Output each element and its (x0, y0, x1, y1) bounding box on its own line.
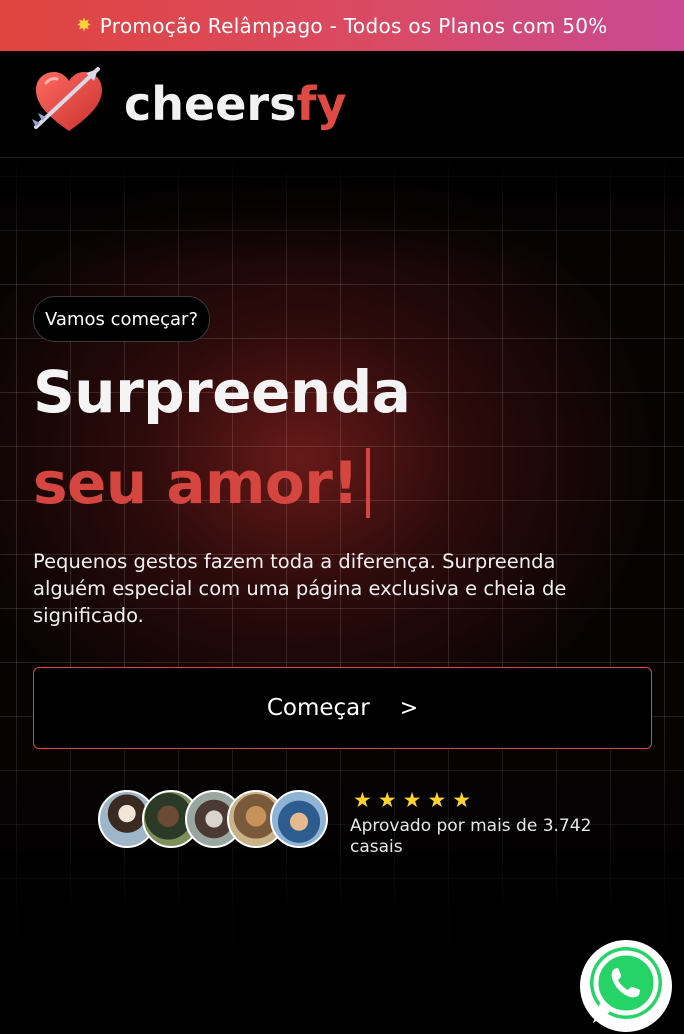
whatsapp-icon (583, 941, 669, 1031)
logo[interactable]: cheersfy (32, 65, 346, 143)
avatar-group (98, 790, 338, 852)
hero-description: Pequenos gestos fazem toda a diferença. … (33, 550, 567, 627)
chevron-right-icon: > (399, 695, 419, 721)
rating-block: ★★★★★ Aprovado por mais de 3.742 casais (350, 788, 610, 858)
star-rating: ★★★★★ (353, 788, 478, 812)
promo-banner[interactable]: ✸ Promoção Relâmpago - Todos os Planos c… (0, 0, 684, 51)
social-proof: ★★★★★ Aprovado por mais de 3.742 casais (98, 788, 618, 858)
typing-cursor (366, 448, 371, 518)
avatar (270, 790, 328, 848)
hero-section: Vamos começar? Surpreenda seu amor! Pequ… (0, 158, 684, 964)
intro-pill: Vamos começar? (33, 296, 210, 342)
sparkle-icon: ✸ (76, 15, 92, 36)
logo-text-part2: fy (296, 77, 347, 131)
hero-fade-top (0, 158, 684, 268)
headline-primary: Surpreenda (33, 358, 411, 426)
approved-text: Aprovado por mais de 3.742 casais (350, 816, 592, 857)
start-button[interactable]: Começar > (33, 667, 652, 749)
logo-wordmark: cheersfy (124, 81, 346, 127)
start-button-label: Começar (266, 695, 370, 721)
headline-accent: seu amor! (33, 448, 371, 518)
headline-accent-text: seu amor! (33, 449, 359, 517)
heart-arrow-icon (32, 65, 106, 143)
site-header: cheersfy (0, 51, 684, 158)
whatsapp-button[interactable] (580, 940, 672, 1032)
logo-text-part1: cheers (124, 77, 297, 131)
promo-text: Promoção Relâmpago - Todos os Planos com… (99, 13, 608, 38)
